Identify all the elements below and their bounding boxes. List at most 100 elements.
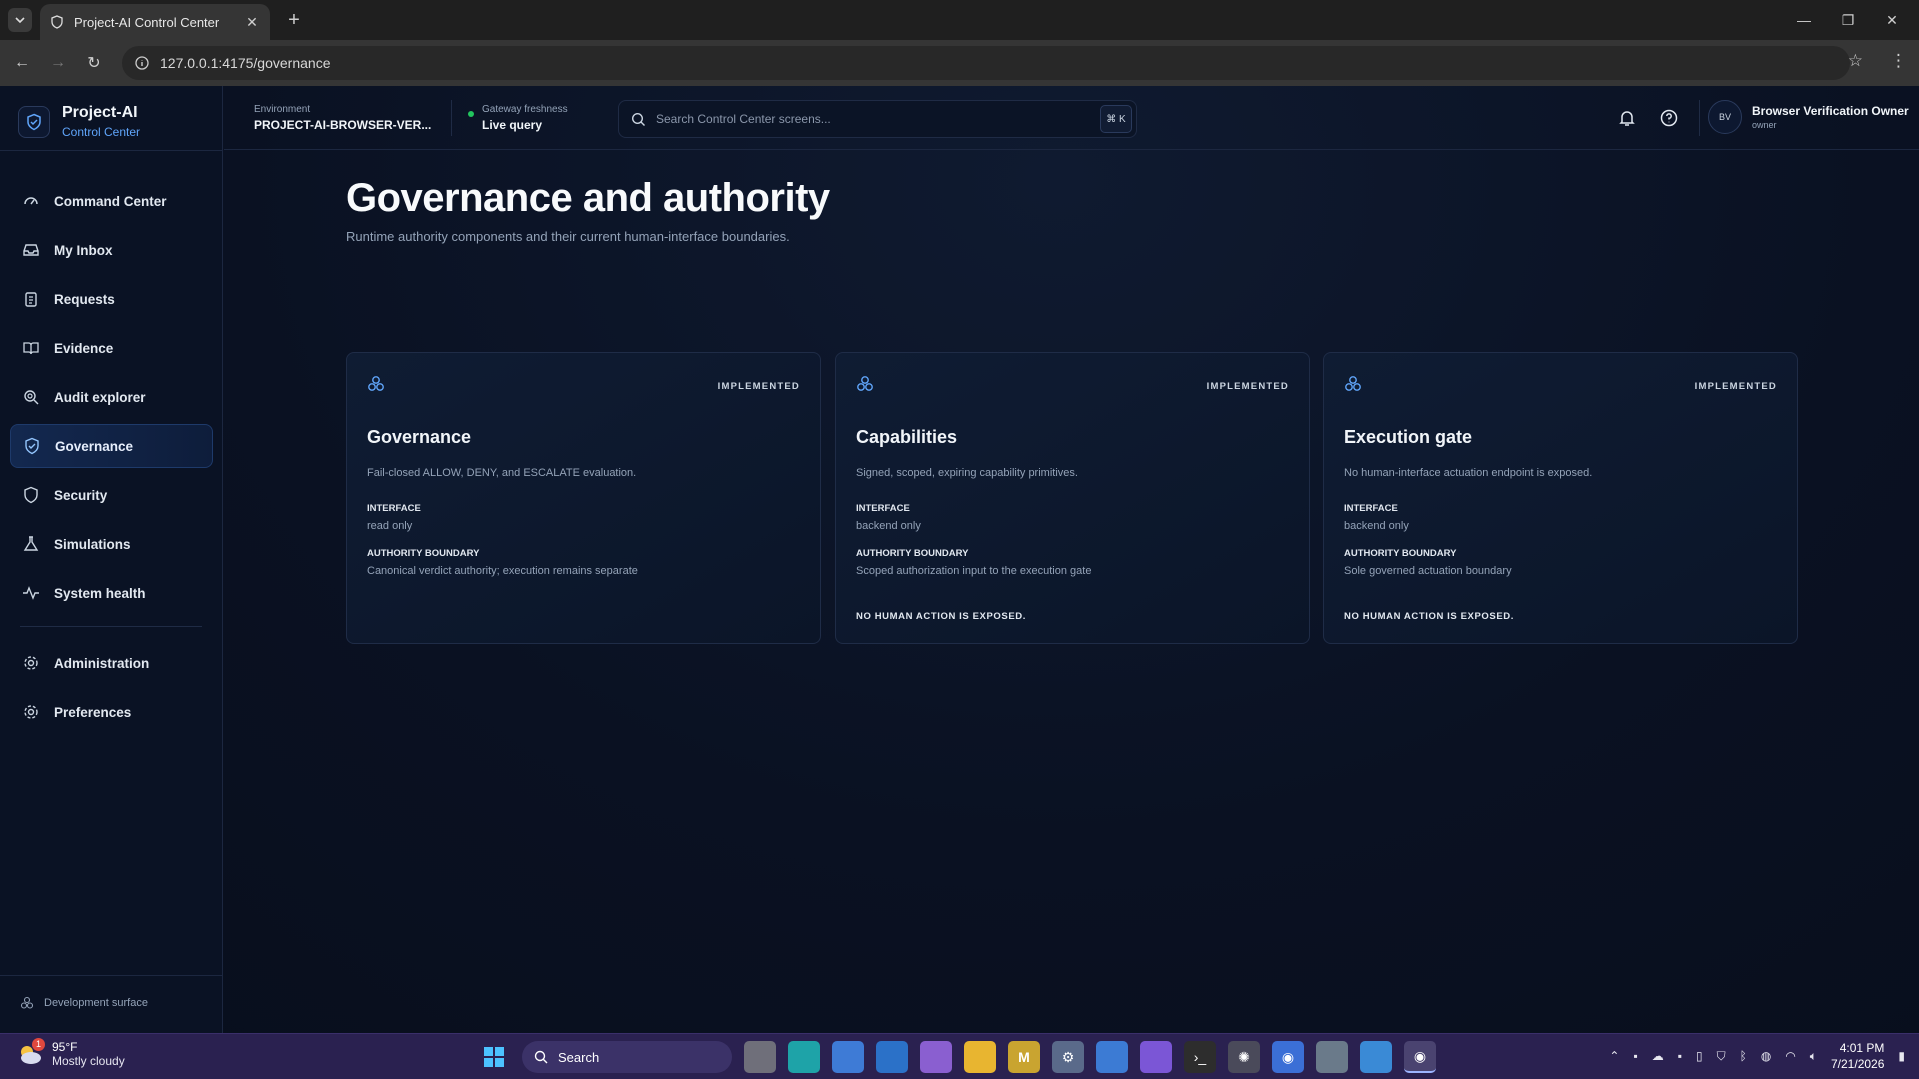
shield-check-icon: [25, 437, 39, 455]
volume-icon[interactable]: 🔈︎: [1810, 1049, 1817, 1064]
shield-icon: [24, 486, 38, 504]
browser-toolbar: ← → ↻ 127.0.0.1:4175/governance ☆ ⋮: [0, 40, 1919, 86]
photos-icon[interactable]: [1360, 1041, 1392, 1073]
vpn-icon[interactable]: ◍: [1761, 1049, 1771, 1063]
environment-value: PROJECT-AI-BROWSER-VER...: [254, 118, 432, 132]
obsidian-icon[interactable]: [1140, 1041, 1172, 1073]
wifi-icon[interactable]: ◠: [1785, 1049, 1795, 1063]
nav-item-security[interactable]: Security: [10, 473, 213, 517]
component-card-governance: IMPLEMENTED Governance Fail-closed ALLOW…: [346, 352, 821, 644]
tab-title: Project-AI Control Center: [74, 14, 220, 30]
restore-button[interactable]: ❐: [1826, 0, 1870, 40]
tray-app-icon[interactable]: ▪: [1678, 1049, 1682, 1063]
chrome-active-icon[interactable]: ◉: [1404, 1041, 1436, 1073]
chrome-icon[interactable]: ◉: [1272, 1041, 1304, 1073]
taskbar-search[interactable]: Search: [522, 1041, 732, 1073]
forward-button[interactable]: →: [46, 51, 70, 75]
clock[interactable]: 4:01 PM 7/21/2026: [1831, 1040, 1884, 1072]
help-icon[interactable]: [1659, 108, 1679, 128]
nav-label: Requests: [54, 291, 115, 307]
widgets-icon[interactable]: [788, 1041, 820, 1073]
tray-app-icon[interactable]: ▪: [1633, 1049, 1637, 1063]
search-shortcut: ⌘ K: [1100, 105, 1132, 133]
audit-search-icon: [24, 390, 39, 405]
windows-start-icon[interactable]: [478, 1041, 510, 1073]
system-tray: ⌃ ▪ ☁ ▪ ▯ ⛉ ᛒ ◍ ◠ 🔈︎ 4:01 PM 7/21/2026 ▮: [1609, 1040, 1905, 1072]
nav-item-system-health[interactable]: System health: [10, 571, 213, 615]
nav-item-audit-explorer[interactable]: Audit explorer: [10, 375, 213, 419]
notepad-icon[interactable]: [1096, 1041, 1128, 1073]
card-note: NO HUMAN ACTION IS EXPOSED.: [1344, 611, 1514, 622]
url-text: 127.0.0.1:4175/governance: [160, 55, 331, 71]
authority-boundary-value: Canonical verdict authority; execution r…: [367, 565, 638, 577]
browser-tabstrip: Project-AI Control Center ✕ + — ❐ ✕: [0, 0, 1919, 40]
snipping-icon[interactable]: [920, 1041, 952, 1073]
task-view-icon[interactable]: [744, 1041, 776, 1073]
cluster-icon: [857, 376, 873, 391]
user-menu[interactable]: BV Browser Verification Owner owner: [1708, 100, 1909, 134]
settings-icon[interactable]: ⚙: [1052, 1041, 1084, 1073]
tab-close-icon[interactable]: ✕: [244, 14, 260, 31]
avatar: BV: [1708, 100, 1742, 134]
authority-boundary-label: AUTHORITY BOUNDARY: [856, 548, 969, 559]
nav-item-administration[interactable]: Administration: [10, 641, 213, 685]
bluetooth-icon[interactable]: ᛒ: [1740, 1049, 1747, 1063]
nav-item-command-center[interactable]: Command Center: [10, 179, 213, 223]
back-button[interactable]: ←: [10, 51, 34, 75]
taskbar-apps: Search M ⚙ ›_ ✺ ◉ ◉: [478, 1041, 1436, 1073]
onedrive-icon[interactable]: ☁: [1652, 1049, 1664, 1063]
freshness-value: Live query: [482, 118, 543, 132]
nav-item-simulations[interactable]: Simulations: [10, 522, 213, 566]
flask-icon: [23, 536, 39, 551]
interface-value: read only: [367, 520, 413, 532]
brand-subtitle: Control Center: [62, 125, 141, 139]
reload-button[interactable]: ↻: [82, 51, 106, 75]
user-name: Browser Verification Owner: [1752, 104, 1909, 118]
site-info-icon[interactable]: [134, 55, 150, 71]
chevron-up-icon[interactable]: ⌃: [1609, 1049, 1619, 1063]
m-app-icon[interactable]: M: [1008, 1041, 1040, 1073]
nav-item-governance[interactable]: Governance: [10, 424, 213, 468]
tab-search-button[interactable]: [8, 8, 32, 32]
minimize-button[interactable]: —: [1782, 0, 1826, 40]
new-tab-button[interactable]: +: [282, 8, 306, 32]
close-window-button[interactable]: ✕: [1870, 0, 1914, 40]
browser-menu-icon[interactable]: ⋮: [1890, 51, 1907, 71]
activity-icon: [23, 586, 39, 600]
card-title: Execution gate: [1344, 427, 1473, 447]
address-bar[interactable]: 127.0.0.1:4175/governance: [122, 46, 1850, 80]
card-title: Capabilities: [856, 427, 958, 447]
taskbar-search-label: Search: [558, 1049, 600, 1065]
authority-boundary-value: Scoped authorization input to the execut…: [856, 565, 1092, 577]
component-card-capabilities: IMPLEMENTED Capabilities Signed, scoped,…: [835, 352, 1310, 644]
nav-item-my-inbox[interactable]: My Inbox: [10, 228, 213, 272]
chatgpt-icon[interactable]: ✺: [1228, 1041, 1260, 1073]
sidebar-footer-divider: [0, 975, 223, 976]
nav-item-requests[interactable]: Requests: [10, 277, 213, 321]
header-divider: [451, 100, 452, 136]
bookmark-star-icon[interactable]: ☆: [1848, 51, 1863, 71]
browser-tab[interactable]: Project-AI Control Center ✕: [40, 4, 270, 40]
weather-widget[interactable]: 1 95°F Mostly cloudy: [16, 1038, 125, 1068]
status-badge: IMPLEMENTED: [1206, 381, 1289, 392]
folder-icon[interactable]: [1316, 1041, 1348, 1073]
brand[interactable]: Project-AI Control Center: [18, 104, 140, 139]
card-description: Fail-closed ALLOW, DENY, and ESCALATE ev…: [367, 467, 637, 479]
interface-value: backend only: [856, 520, 921, 532]
defender-icon[interactable]: ⛉: [1717, 1049, 1726, 1064]
app-icon[interactable]: [876, 1041, 908, 1073]
bell-icon[interactable]: [1617, 108, 1637, 128]
freshness-label: Gateway freshness: [482, 104, 568, 115]
nav-item-evidence[interactable]: Evidence: [10, 326, 213, 370]
chevron-down-icon: [15, 17, 25, 24]
notification-icon[interactable]: ▮: [1898, 1049, 1905, 1063]
usb-icon[interactable]: ▯: [1696, 1049, 1703, 1063]
search-input[interactable]: Search Control Center screens... ⌘ K: [618, 100, 1137, 138]
file-explorer-icon[interactable]: [964, 1041, 996, 1073]
nav-label: Simulations: [54, 536, 131, 552]
store-icon[interactable]: [832, 1041, 864, 1073]
nav-item-preferences[interactable]: Preferences: [10, 690, 213, 734]
terminal-icon[interactable]: ›_: [1184, 1041, 1216, 1073]
nav-divider: [20, 626, 202, 627]
environment-indicator[interactable]: Environment PROJECT-AI-BROWSER-VER...: [254, 104, 431, 132]
